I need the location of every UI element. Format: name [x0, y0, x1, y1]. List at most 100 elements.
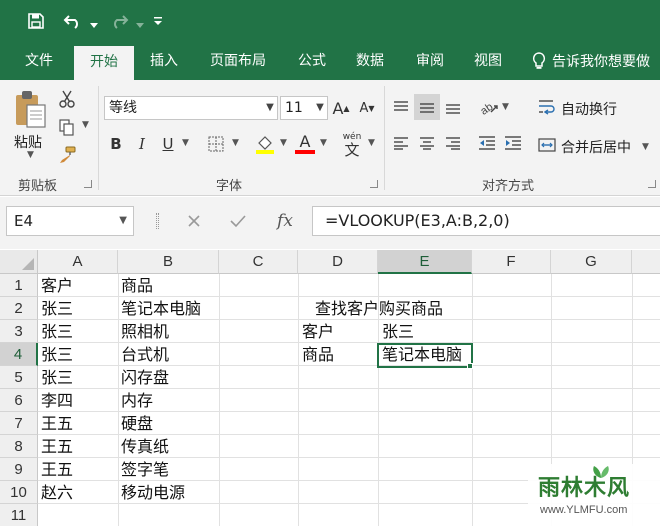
cell-a7[interactable]: 王五	[38, 412, 73, 435]
merge-center-icon[interactable]	[536, 134, 558, 156]
decrease-font-icon[interactable]: A ▼	[356, 96, 378, 120]
phonetic-dropdown-icon[interactable]: ▼	[368, 138, 375, 148]
column-header-g[interactable]: G	[551, 250, 632, 274]
cell-e3[interactable]: 张三	[379, 320, 414, 343]
row-header-6[interactable]: 6	[0, 389, 38, 412]
format-painter-icon[interactable]	[56, 144, 78, 166]
column-header-d[interactable]: D	[298, 250, 378, 274]
tab-home[interactable]: 开始	[74, 46, 134, 80]
column-header-b[interactable]: B	[118, 250, 219, 274]
cell-d3[interactable]: 客户	[299, 320, 334, 343]
tab-formulas[interactable]: 公式	[286, 42, 338, 80]
tab-file[interactable]: 文件	[10, 42, 68, 80]
redo-icon[interactable]	[104, 8, 134, 34]
fill-color-dropdown-icon[interactable]: ▼	[280, 138, 287, 148]
merge-center-label[interactable]: 合并后居中	[561, 137, 631, 157]
fill-handle[interactable]	[467, 363, 473, 369]
save-icon[interactable]	[22, 8, 50, 34]
font-color-icon[interactable]: A	[294, 132, 316, 156]
row-header-1[interactable]: 1	[0, 274, 38, 297]
borders-icon[interactable]	[204, 132, 228, 156]
cell-a6[interactable]: 李四	[38, 389, 73, 412]
clipboard-launcher-icon[interactable]	[84, 180, 92, 188]
cell-b10[interactable]: 移动电源	[118, 481, 185, 504]
customize-quick-access-icon[interactable]	[150, 8, 166, 34]
cancel-icon[interactable]	[180, 206, 208, 236]
insert-function-icon[interactable]: fx	[270, 206, 300, 236]
cell-d4[interactable]: 商品	[299, 343, 334, 366]
row-header-4[interactable]: 4	[0, 343, 38, 366]
cell-b1[interactable]: 商品	[118, 274, 153, 297]
tab-insert[interactable]: 插入	[138, 42, 190, 80]
cell-a1[interactable]: 客户	[38, 274, 73, 297]
cell-b4[interactable]: 台式机	[118, 343, 169, 366]
redo-dropdown-icon[interactable]	[136, 14, 144, 28]
paste-label[interactable]: 粘贴	[14, 132, 42, 152]
increase-font-icon[interactable]: A ▲	[330, 96, 352, 120]
column-header-f[interactable]: F	[472, 250, 551, 274]
cell-a8[interactable]: 王五	[38, 435, 73, 458]
tab-view[interactable]: 视图	[462, 42, 514, 80]
cell-a9[interactable]: 王五	[38, 458, 73, 481]
cell-a3[interactable]: 张三	[38, 320, 73, 343]
row-header-3[interactable]: 3	[0, 320, 38, 343]
undo-icon[interactable]	[58, 8, 88, 34]
italic-icon[interactable]: I	[132, 132, 152, 156]
formula-bar-grip[interactable]	[156, 213, 159, 229]
column-header-a[interactable]: A	[38, 250, 118, 274]
font-name-dropdown-icon[interactable]: ▼	[263, 97, 277, 119]
row-header-7[interactable]: 7	[0, 412, 38, 435]
font-name-select[interactable]: 等线 ▼	[104, 96, 278, 120]
align-left-icon[interactable]	[390, 132, 412, 154]
cell-b2[interactable]: 笔记本电脑	[118, 297, 201, 320]
cell-b8[interactable]: 传真纸	[118, 435, 169, 458]
cell-a4[interactable]: 张三	[38, 343, 73, 366]
increase-indent-icon[interactable]	[502, 132, 524, 154]
cell-b6[interactable]: 内存	[118, 389, 153, 412]
font-size-select[interactable]: 11 ▼	[280, 96, 328, 120]
orientation-dropdown-icon[interactable]: ▼	[502, 102, 509, 112]
borders-dropdown-icon[interactable]: ▼	[232, 138, 239, 148]
cut-icon[interactable]	[56, 88, 78, 110]
cell-b3[interactable]: 照相机	[118, 320, 169, 343]
wrap-text-label[interactable]: 自动换行	[561, 99, 617, 119]
align-center-icon[interactable]	[416, 132, 438, 154]
cell-b7[interactable]: 硬盘	[118, 412, 153, 435]
underline-icon[interactable]: U	[158, 132, 178, 156]
wrap-text-icon[interactable]	[536, 96, 558, 118]
cell-b9[interactable]: 签字笔	[118, 458, 169, 481]
row-header-11[interactable]: 11	[0, 504, 38, 526]
align-bottom-icon[interactable]	[442, 96, 464, 118]
fill-color-icon[interactable]	[252, 132, 278, 156]
cell-b5[interactable]: 闪存盘	[118, 366, 169, 389]
row-header-2[interactable]: 2	[0, 297, 38, 320]
copy-dropdown-icon[interactable]: ▼	[82, 120, 89, 130]
align-top-icon[interactable]	[390, 96, 412, 118]
copy-icon[interactable]	[56, 116, 78, 138]
font-color-dropdown-icon[interactable]: ▼	[320, 138, 327, 148]
undo-dropdown-icon[interactable]	[90, 14, 98, 28]
cell-a5[interactable]: 张三	[38, 366, 73, 389]
orientation-icon[interactable]: ab	[476, 94, 502, 120]
merge-center-dropdown-icon[interactable]: ▼	[642, 142, 649, 152]
row-header-8[interactable]: 8	[0, 435, 38, 458]
column-header-h[interactable]	[632, 250, 660, 274]
paste-icon[interactable]	[10, 86, 50, 132]
name-box[interactable]: E4 ▼	[6, 206, 134, 236]
paste-dropdown-icon[interactable]: ▼	[27, 150, 34, 160]
enter-icon[interactable]	[224, 206, 252, 236]
align-middle-icon[interactable]	[414, 94, 440, 120]
cell-a2[interactable]: 张三	[38, 297, 73, 320]
tab-data[interactable]: 数据	[344, 42, 396, 80]
cell-a10[interactable]: 赵六	[38, 481, 73, 504]
cell-d2[interactable]: 查找客户购买商品	[312, 297, 443, 320]
alignment-launcher-icon[interactable]	[648, 180, 656, 188]
column-header-e[interactable]: E	[378, 250, 472, 274]
decrease-indent-icon[interactable]	[476, 132, 498, 154]
formula-input[interactable]: =VLOOKUP(E3,A:B,2,0)	[312, 206, 660, 236]
underline-dropdown-icon[interactable]: ▼	[182, 138, 189, 148]
phonetic-guide-icon[interactable]: wén 文	[338, 130, 366, 160]
bold-icon[interactable]: B	[106, 132, 126, 156]
font-size-dropdown-icon[interactable]: ▼	[313, 97, 327, 119]
column-header-c[interactable]: C	[219, 250, 298, 274]
